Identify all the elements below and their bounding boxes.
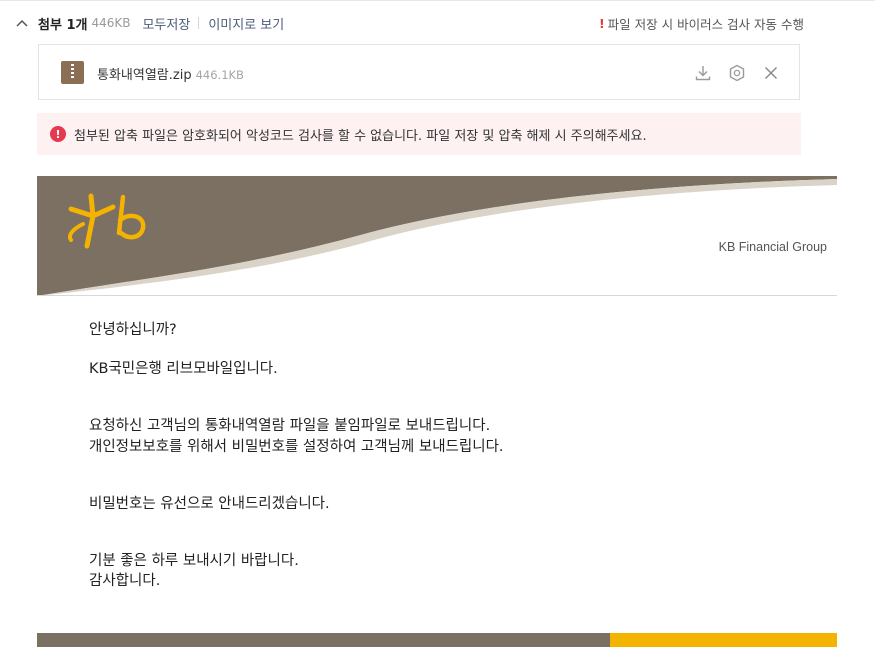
brand-text: KB Financial Group (719, 240, 827, 254)
body-line-4: 기분 좋은 하루 보내시기 바랍니다. (89, 553, 299, 569)
close-icon[interactable] (761, 63, 781, 83)
warning-text: 첨부된 압축 파일은 암호화되어 악성코드 검사를 할 수 없습니다. 파일 저… (74, 128, 647, 144)
alert-icon: ! (50, 126, 66, 142)
body-line-3: 비밀번호는 유선으로 안내드리겠습니다. (89, 496, 330, 512)
attachment-header: 첨부 1개 446KB 모두저장 이미지로 보기 ! 파일 저장 시 바이러스 … (14, 12, 804, 34)
file-name: 통화내역열람.zip (97, 68, 192, 83)
chevron-up-icon[interactable] (14, 15, 30, 31)
banner-divider (37, 295, 837, 296)
top-divider (0, 0, 875, 1)
body-line-1: 요청하신 고객님의 통화내역열람 파일을 붙임파일로 보내드립니다. (89, 418, 491, 434)
notice-text: 파일 저장 시 바이러스 검사 자동 수행 (607, 16, 804, 32)
intro-text: KB국민은행 리브모바일입니다. (89, 361, 278, 377)
file-size: 446.1KB (195, 68, 244, 82)
footer-bar-brown (37, 633, 610, 647)
notice-exclamation-icon: ! (598, 15, 605, 31)
kb-header-banner: KB Financial Group (37, 176, 837, 296)
attachment-total-size: 446KB (91, 16, 131, 30)
footer-bar-yellow (610, 633, 837, 647)
encrypted-file-warning: ! 첨부된 압축 파일은 암호화되어 악성코드 검사를 할 수 없습니다. 파일… (37, 113, 801, 155)
download-icon[interactable] (693, 63, 713, 83)
file-name-link[interactable]: 통화내역열람.zip 446.1KB (97, 64, 244, 83)
shield-icon[interactable] (727, 63, 747, 83)
greeting-text: 안녕하십니까? (89, 322, 177, 338)
body-line-2: 개인정보보호를 위해서 비밀번호를 설정하여 고객님께 보내드립니다. (89, 439, 504, 455)
attachment-file-item: 통화내역열람.zip 446.1KB (38, 44, 800, 100)
file-actions (693, 63, 781, 83)
attachment-count: 첨부 1개 (38, 17, 88, 33)
body-line-5: 감사합니다. (89, 573, 161, 589)
view-as-image-button[interactable]: 이미지로 보기 (208, 14, 284, 33)
virus-scan-notice: ! 파일 저장 시 바이러스 검사 자동 수행 (599, 14, 804, 33)
save-all-button[interactable]: 모두저장 (142, 14, 190, 33)
link-separator (198, 17, 200, 29)
zip-file-icon (61, 61, 84, 84)
